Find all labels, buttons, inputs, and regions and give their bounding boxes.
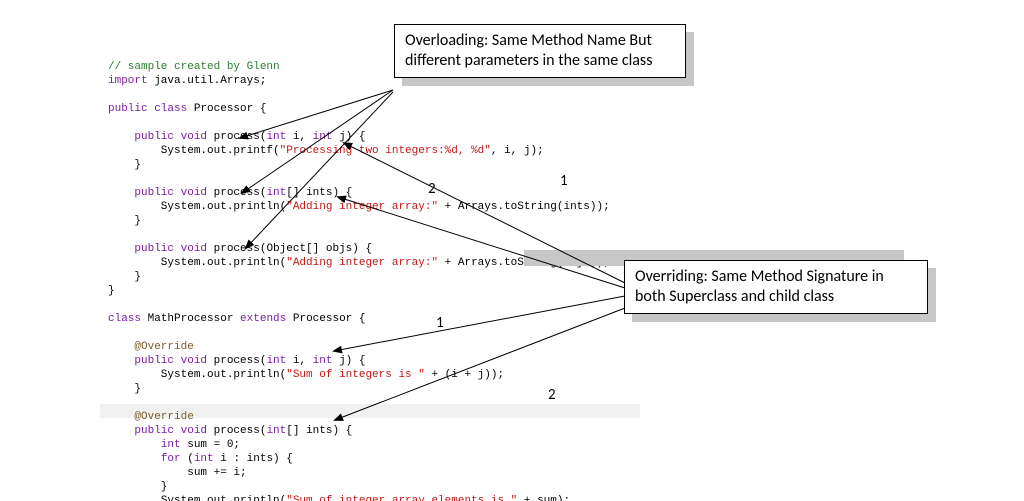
code-token: int xyxy=(313,131,333,143)
code-line: } xyxy=(108,285,115,297)
code-line: @Override xyxy=(108,411,194,423)
diagram-stage: // sample created by Glenn import java.u… xyxy=(0,0,1024,501)
code-token: , i, j); xyxy=(491,145,544,157)
callout-overriding: Overriding: Same Method Signature in bot… xyxy=(624,260,928,314)
code-token: public class xyxy=(108,103,187,115)
code-token: process(Object[] objs) { xyxy=(207,243,372,255)
code-token: "Processing two integers:%d, %d" xyxy=(280,145,491,157)
code-token: i, xyxy=(286,131,312,143)
code-token: public void xyxy=(108,131,207,143)
code-token: + (i + j)); xyxy=(425,369,504,381)
code-token: int xyxy=(194,453,214,465)
code-token: System.out.printf( xyxy=(108,145,280,157)
arrow-label-1-mid: 1 xyxy=(436,314,444,332)
code-token: sum = 0; xyxy=(181,439,240,451)
code-token: java.util.Arrays; xyxy=(148,75,267,87)
code-line: } xyxy=(108,159,141,171)
code-token: int xyxy=(108,439,181,451)
code-line: } xyxy=(108,271,141,283)
code-token: [] ints) { xyxy=(286,425,352,437)
callout-text: Overloading: Same Method Name But differ… xyxy=(405,31,652,70)
code-token: process( xyxy=(207,131,266,143)
code-token: ( xyxy=(181,453,194,465)
code-token: System.out.println( xyxy=(108,495,286,501)
code-token: i, xyxy=(286,355,312,367)
code-line: } xyxy=(108,383,141,395)
code-token: process( xyxy=(207,425,266,437)
code-line: } xyxy=(108,481,167,493)
code-token: for xyxy=(108,453,181,465)
code-token: [] ints) { xyxy=(286,187,352,199)
code-token: System.out.println( xyxy=(108,257,286,269)
code-token: + Arrays.toString(ints)); xyxy=(438,201,610,213)
code-token: int xyxy=(266,425,286,437)
code-token: System.out.println( xyxy=(108,369,286,381)
arrow-label-2-top: 2 xyxy=(428,180,436,198)
code-token: j) { xyxy=(332,355,365,367)
code-token: process( xyxy=(207,355,266,367)
code-token: "Sum of integer array elements is " xyxy=(286,495,517,501)
code-token: i : ints) { xyxy=(214,453,293,465)
code-line: @Override xyxy=(108,341,194,353)
code-token: int xyxy=(266,355,286,367)
arrow-label-2-mid: 2 xyxy=(548,386,556,404)
code-token: "Sum of integers is " xyxy=(286,369,425,381)
code-token: Processor { xyxy=(187,103,266,115)
code-token: MathProcessor xyxy=(141,313,240,325)
code-token: System.out.println( xyxy=(108,201,286,213)
arrow-label-1-top: 1 xyxy=(560,172,568,190)
code-token: class xyxy=(108,313,141,325)
code-line: // sample created by Glenn xyxy=(108,61,280,73)
code-line: } xyxy=(108,215,141,227)
code-token: "Adding integer array:" xyxy=(286,201,438,213)
java-code-block: // sample created by Glenn import java.u… xyxy=(108,60,610,501)
code-token: "Adding integer array:" xyxy=(286,257,438,269)
code-token: public void xyxy=(108,355,207,367)
code-token: public void xyxy=(108,187,207,199)
code-line: sum += i; xyxy=(108,467,247,479)
code-token: int xyxy=(313,355,333,367)
code-token: j) { xyxy=(332,131,365,143)
code-token: int xyxy=(266,131,286,143)
code-token: int xyxy=(266,187,286,199)
code-token: process( xyxy=(207,187,266,199)
code-token: extends xyxy=(240,313,286,325)
callout-text: Overriding: Same Method Signature in bot… xyxy=(635,267,884,306)
code-token: public void xyxy=(108,243,207,255)
code-token: Processor { xyxy=(286,313,365,325)
code-token: public void xyxy=(108,425,207,437)
code-token: import xyxy=(108,75,148,87)
callout-overloading: Overloading: Same Method Name But differ… xyxy=(394,24,686,78)
code-token: + sum); xyxy=(517,495,570,501)
